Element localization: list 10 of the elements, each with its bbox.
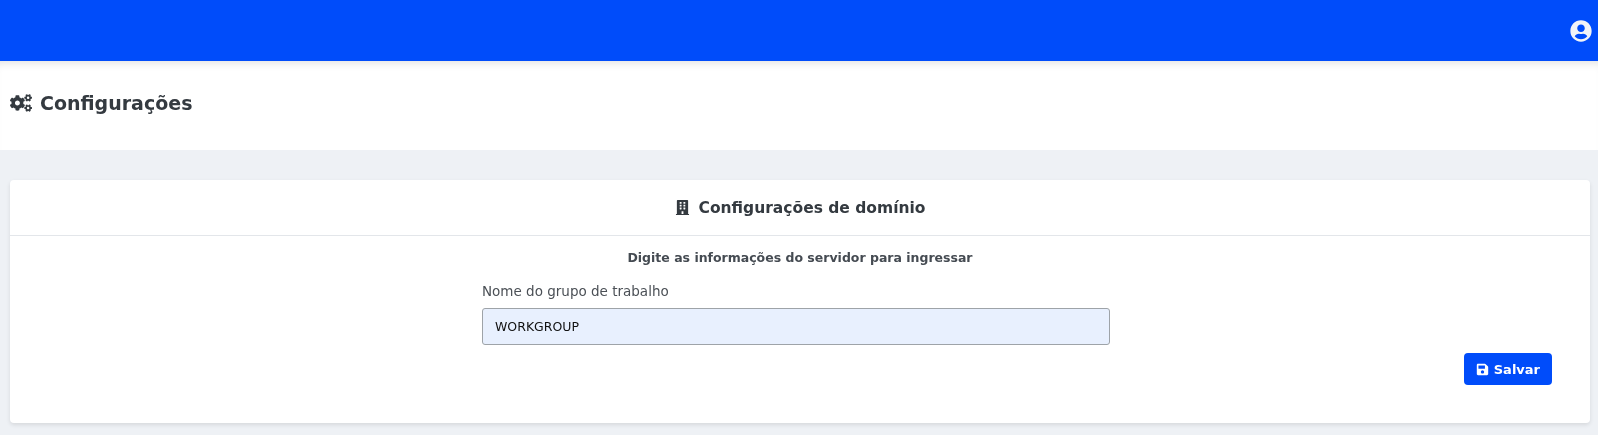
floppy-icon (1475, 362, 1489, 376)
save-button[interactable]: Salvar (1463, 353, 1552, 385)
instructions-text: Digite as informações do servidor para ingressar (626, 250, 974, 265)
workgroup-field[interactable]: WORKGROUP (482, 308, 1110, 345)
building-icon (674, 200, 690, 215)
field-label: Nome do grupo de trabalho (482, 283, 670, 299)
user-icon[interactable] (1570, 19, 1592, 42)
page-title: Configurações (40, 91, 193, 114)
card-title: Configurações de domínio (698, 198, 926, 217)
gears-icon (10, 91, 32, 114)
